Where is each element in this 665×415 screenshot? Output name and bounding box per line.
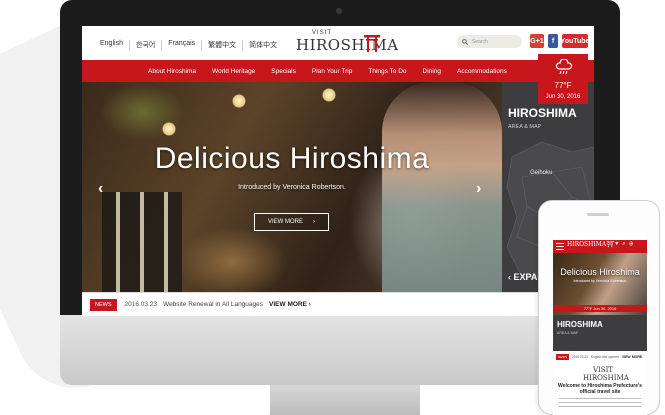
map-region-label: Geihoku (530, 170, 553, 176)
slider-prev-arrow[interactable]: ‹ (98, 180, 103, 198)
lang-simplified-chinese[interactable]: 简体中文 (243, 40, 283, 50)
rain-cloud-icon (555, 59, 573, 75)
lamp-light (162, 122, 176, 136)
google-plus-button[interactable]: G+1 (530, 34, 544, 48)
mobile-news-tag: NEWS (556, 354, 569, 360)
search-icon (462, 38, 468, 45)
mobile-footer-logo: VISIT HIROSHIMA (583, 366, 629, 382)
map-title: HIROSHIMA (508, 106, 577, 120)
mobile-screen: HIROSHIMA⛩ ♥ ⌕ ⊕ Delicious Hiroshima Int… (553, 232, 647, 415)
search-placeholder: Search (472, 38, 488, 45)
mobile-weather: 77°F Jun 30, 2016 (553, 305, 647, 312)
mobile-news-date: 2016.03.23 (572, 355, 588, 359)
facebook-button[interactable]: f (548, 34, 558, 48)
weather-date: Jun 30, 2016 (545, 94, 581, 100)
hero-view-more-button[interactable]: VIEW MORE › (254, 213, 329, 231)
mobile-news-more[interactable]: VIEW MORE (622, 355, 642, 359)
search-box[interactable]: Search (457, 35, 522, 48)
lang-korean[interactable]: 한국어 (130, 40, 163, 50)
logo-name: HIROSHIMA (296, 36, 399, 54)
lang-traditional-chinese[interactable]: 繁體中文 (202, 40, 244, 50)
nav-about-hiroshima[interactable]: About Hiroshima (140, 68, 204, 75)
weather-widget: 77°F Jun 30, 2016 (538, 54, 588, 104)
device-mockup: English 한국어 Français 繁體中文 简体中文 VISIT HIR… (0, 0, 665, 415)
news-headline[interactable]: Website Renewal in All Languages (163, 301, 263, 308)
mobile-welcome-heading: Welcome to Hiroshima Prefecture's offici… (558, 383, 642, 395)
chevron-right-icon: › (313, 219, 315, 225)
nav-things-to-do[interactable]: Things To Do (360, 68, 414, 75)
view-more-label: VIEW MORE (267, 219, 303, 225)
nav-world-heritage[interactable]: World Heritage (204, 68, 263, 75)
hero-subtitle: Introduced by Veronica Robertson. (238, 184, 346, 191)
main-nav: About Hiroshima World Heritage Specials … (82, 60, 594, 82)
hamburger-menu-icon[interactable] (556, 243, 564, 250)
nav-plan-your-trip[interactable]: Plan Your Trip (304, 68, 360, 75)
monitor-chin (60, 315, 620, 385)
site-header: English 한국어 Français 繁體中文 简体中文 VISIT HIR… (82, 26, 594, 60)
news-date: 2016.03.23 (124, 301, 158, 308)
language-selector: English 한국어 Français 繁體中文 简体中文 (94, 40, 283, 50)
lang-french[interactable]: Français (162, 40, 203, 50)
site-logo[interactable]: VISIT HIROSHIMA (294, 30, 398, 56)
nav-accommodations[interactable]: Accommodations (449, 68, 515, 75)
lang-english[interactable]: English (94, 40, 130, 50)
map-subtitle: AREA & MAP (508, 124, 542, 130)
mobile-map-subtitle: AREA & MAP (557, 331, 579, 335)
nav-specials[interactable]: Specials (263, 68, 304, 75)
mobile-map-panel[interactable]: HIROSHIMA AREA & MAP (553, 315, 647, 351)
news-ticker: NEWS 2016.03.23 Website Renewal in All L… (82, 292, 594, 316)
mobile-news-text[interactable]: English site opened (591, 355, 619, 359)
camera-dot (336, 8, 342, 14)
monitor-stand (270, 385, 420, 415)
mobile-header-icons[interactable]: ♥ ⌕ ⊕ (615, 241, 634, 248)
hero-bottles-image (102, 192, 182, 292)
mobile-map-title: HIROSHIMA (557, 320, 603, 329)
desktop-screen: English 한국어 Français 繁體中文 简体中文 VISIT HIR… (82, 26, 594, 316)
weather-temp: 77°F (554, 81, 572, 90)
slider-next-arrow[interactable]: › (476, 180, 481, 198)
mobile-logo[interactable]: HIROSHIMA⛩ (567, 241, 614, 248)
mobile-hero: Delicious Hiroshima Introduced by Veroni… (553, 253, 647, 315)
lamp-light (322, 88, 336, 102)
news-tag: NEWS (90, 298, 117, 311)
nav-dining[interactable]: Dining (415, 68, 449, 75)
phone-speaker (587, 213, 609, 216)
torii-icon (364, 35, 380, 52)
mobile-hero-subtitle: Introduced by Veronica Robertson (573, 279, 627, 283)
mobile-hero-title: Delicious Hiroshima (560, 267, 640, 277)
mobile-welcome-text-lines (559, 398, 641, 410)
news-view-more-link[interactable]: VIEW MORE › (269, 301, 311, 308)
hero-title: Delicious Hiroshima (154, 142, 430, 175)
youtube-button[interactable]: YouTube (561, 34, 589, 48)
lamp-light (232, 94, 246, 108)
mobile-news-bar: NEWS 2016.03.23 English site opened VIEW… (553, 351, 647, 363)
